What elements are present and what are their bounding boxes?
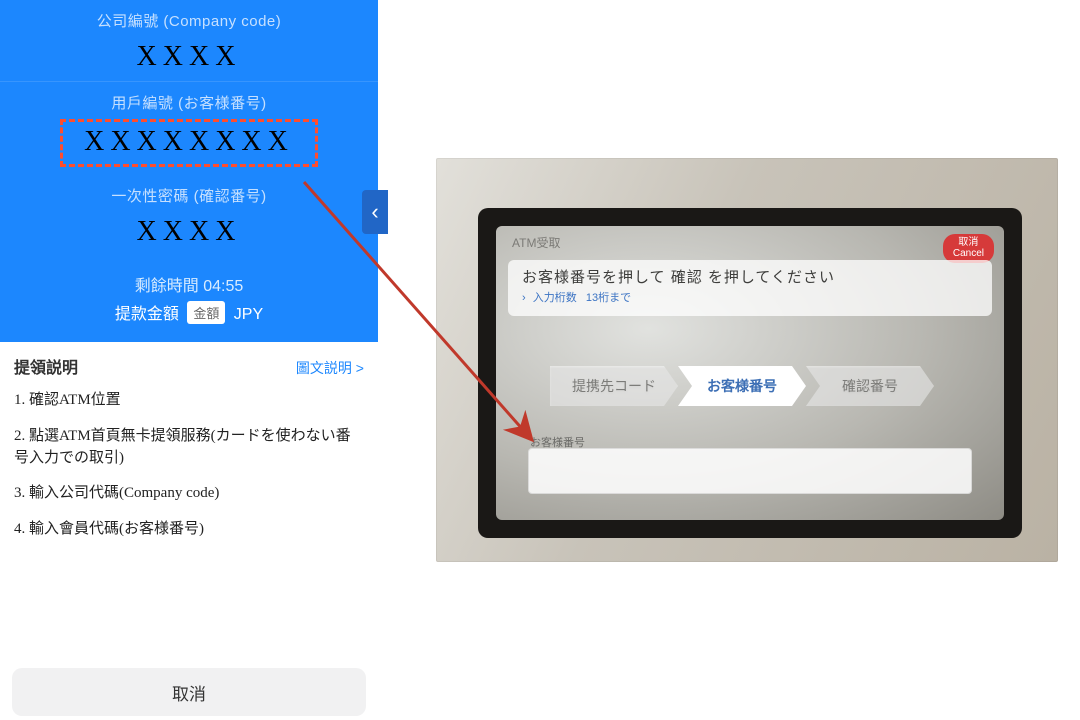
atm-hint: › 入力桁数 13桁まで (522, 289, 978, 305)
currency-label: JPY (234, 306, 263, 323)
instructions-section: 提領説明 圖文説明 > 1. 確認ATM位置 2. 點選ATM首頁無卡提領服務(… (0, 342, 378, 541)
instruction-step: 3. 輸入公司代碼(Company code) (14, 483, 364, 505)
atm-cancel-jp: 取消 (953, 238, 984, 249)
otp-value: XXXX (0, 216, 378, 248)
customer-number-block: 用戶編號 (お客様番号) XXXXXXXX (0, 81, 378, 175)
atm-prompt-text: お客様番号を押して 確認 を押してください (522, 266, 978, 287)
atm-step-customer-number: お客様番号 (678, 366, 806, 406)
card-footer: 剩餘時間 04:55 提款金額 金額 JPY (0, 272, 378, 324)
instruction-step: 1. 確認ATM位置 (14, 390, 364, 412)
customer-number-label: 用戶編號 (お客様番号) (0, 92, 378, 113)
collapse-chevron[interactable]: ‹ (362, 190, 388, 234)
instructions-title: 提領説明 (14, 354, 78, 378)
atm-cancel-en: Cancel (953, 249, 984, 260)
instruction-step: 4. 輸入會員代碼(お客様番号) (14, 519, 364, 541)
otp-block: 一次性密碼 (確認番号) XXXX (0, 175, 378, 256)
amount-value-box: 金額 (187, 301, 225, 324)
atm-hint-value: 13桁まで (586, 292, 631, 304)
atm-step-partner-code: 提携先コード (550, 366, 678, 406)
cancel-button[interactable]: 取消 (12, 668, 366, 716)
instructions-link[interactable]: 圖文説明 > (296, 358, 364, 378)
otp-label: 一次性密碼 (確認番号) (0, 185, 378, 206)
company-code-label: 公司編號 (Company code) (0, 10, 378, 31)
atm-step-confirm-number: 確認番号 (806, 366, 934, 406)
chevron-left-icon: ‹ (371, 199, 378, 225)
countdown-timer: 剩餘時間 04:55 (0, 272, 378, 296)
customer-number-highlight: XXXXXXXX (60, 119, 318, 167)
instruction-step: 2. 點選ATM首頁無卡提領服務(カードを使わない番号入力での取引) (14, 426, 364, 470)
atm-prompt-bar: お客様番号を押して 確認 を押してください › 入力桁数 13桁まで (508, 260, 992, 316)
amount-label: 提款金額 (115, 306, 179, 323)
atm-photo: ATM受取 取消 Cancel お客様番号を押して 確認 を押してください › … (436, 158, 1058, 562)
withdrawal-code-card: 公司編號 (Company code) XXXX 用戶編號 (お客様番号) XX… (0, 0, 378, 342)
company-code-value: XXXX (0, 41, 378, 73)
chevron-right-icon: › (522, 292, 526, 304)
instructions-header: 提領説明 圖文説明 > (14, 354, 364, 378)
atm-step-indicator: 提携先コード お客様番号 確認番号 (550, 366, 934, 406)
atm-cancel-button[interactable]: 取消 Cancel (943, 234, 994, 263)
company-code-block: 公司編號 (Company code) XXXX (0, 0, 378, 81)
atm-hint-label: 入力桁数 (533, 292, 577, 304)
atm-customer-number-input[interactable] (528, 448, 972, 494)
atm-bezel: ATM受取 取消 Cancel お客様番号を押して 確認 を押してください › … (478, 208, 1022, 538)
atm-screen-title: ATM受取 (512, 234, 560, 251)
customer-number-value: XXXXXXXX (63, 126, 315, 158)
amount-line: 提款金額 金額 JPY (0, 300, 378, 324)
cancel-button-label: 取消 (172, 680, 206, 705)
atm-screen: ATM受取 取消 Cancel お客様番号を押して 確認 を押してください › … (496, 226, 1004, 520)
phone-panel: 公司編號 (Company code) XXXX 用戶編號 (お客様番号) XX… (0, 0, 378, 720)
